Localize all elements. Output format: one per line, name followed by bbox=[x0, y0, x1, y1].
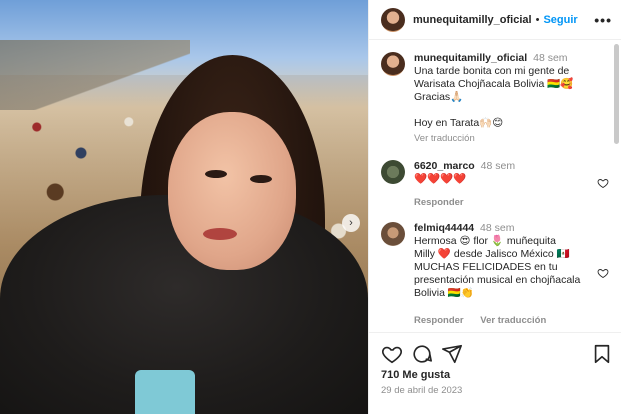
avatar[interactable] bbox=[381, 160, 405, 184]
comment-item: felmiq44444 48 sem Hermosa 😍 flor 🌷 muñe… bbox=[381, 222, 609, 326]
follow-button[interactable]: Seguir bbox=[543, 14, 577, 26]
comments-list[interactable]: munequitamilly_oficial 48 sem Una tarde … bbox=[369, 42, 614, 332]
post-date[interactable]: 29 de abril de 2023 bbox=[381, 385, 462, 396]
heart-icon[interactable] bbox=[597, 177, 609, 189]
header-separator: • bbox=[535, 13, 540, 26]
heart-icon[interactable] bbox=[381, 343, 403, 365]
likes-count[interactable]: 710 Me gusta bbox=[381, 369, 450, 381]
caption-line: Una tarde bonita con mi gente de bbox=[414, 65, 570, 77]
comment-text: Bolivia 🇧🇴👏 bbox=[414, 287, 474, 299]
comment-body: felmiq44444 48 sem Hermosa 😍 flor 🌷 muñe… bbox=[414, 222, 609, 300]
avatar[interactable] bbox=[381, 52, 405, 76]
caption-line: Warisata Chojñacala Bolivia 🇧🇴🥰 bbox=[414, 78, 574, 90]
comment-text: ❤️❤️❤️❤️ bbox=[414, 173, 467, 185]
more-options-icon[interactable]: ••• bbox=[594, 12, 612, 28]
post-actions: 710 Me gusta 29 de abril de 2023 bbox=[369, 332, 621, 414]
photo-face bbox=[168, 112, 296, 270]
photo-eye-left bbox=[205, 170, 227, 178]
reply-button[interactable]: Responder bbox=[414, 315, 464, 326]
comment-meta: Responder bbox=[414, 197, 478, 208]
caption-line: Hoy en Tarata🙌🏻😊 bbox=[414, 117, 504, 129]
chevron-right-icon[interactable]: › bbox=[342, 214, 360, 232]
translate-link[interactable]: Ver traducción bbox=[480, 315, 546, 326]
photo-shirt bbox=[135, 370, 195, 414]
comment-item: 6620_marco 48 sem ❤️❤️❤️❤️ Responder bbox=[381, 160, 609, 208]
comment-meta: Responder Ver traducción bbox=[414, 315, 560, 326]
comment-username[interactable]: 6620_marco bbox=[414, 160, 475, 172]
comment-text: Milly ❤️ desde Jalisco México 🇲🇽 bbox=[414, 248, 570, 260]
reply-button[interactable]: Responder bbox=[414, 197, 464, 208]
comment-text: MUCHAS FELICIDADES en tu bbox=[414, 261, 558, 273]
comment-icon[interactable] bbox=[411, 343, 433, 365]
caption-line: Gracias🙏🏻 bbox=[414, 91, 464, 103]
caption-username[interactable]: munequitamilly_oficial bbox=[414, 52, 527, 64]
caption-time: 48 sem bbox=[533, 52, 568, 64]
post-header: munequitamilly_oficial • Seguir ••• bbox=[369, 0, 621, 40]
comment-time: 48 sem bbox=[480, 222, 515, 234]
comment-username[interactable]: felmiq44444 bbox=[414, 222, 474, 234]
comment-text: Hermosa 😍 flor 🌷 muñequita bbox=[414, 235, 556, 247]
photo-lips bbox=[203, 228, 237, 240]
share-icon[interactable] bbox=[441, 343, 463, 365]
avatar[interactable] bbox=[381, 222, 405, 246]
comment-time: 48 sem bbox=[480, 160, 516, 172]
header-username[interactable]: munequitamilly_oficial bbox=[413, 14, 532, 26]
comment-text: presentación musical en chojñacala bbox=[414, 274, 581, 286]
photo-eye-right bbox=[250, 175, 272, 183]
post-side-panel: munequitamilly_oficial • Seguir ••• mune… bbox=[368, 0, 621, 414]
bookmark-icon[interactable] bbox=[591, 343, 613, 365]
avatar[interactable] bbox=[381, 7, 405, 32]
post-photo[interactable]: › bbox=[0, 0, 368, 414]
caption-body: munequitamilly_oficial 48 sem Una tarde … bbox=[414, 52, 609, 145]
comment-body: 6620_marco 48 sem ❤️❤️❤️❤️ bbox=[414, 160, 609, 186]
comments-scrollbar[interactable] bbox=[614, 44, 619, 144]
heart-icon[interactable] bbox=[597, 267, 609, 279]
translate-link[interactable]: Ver traducción bbox=[414, 132, 609, 145]
